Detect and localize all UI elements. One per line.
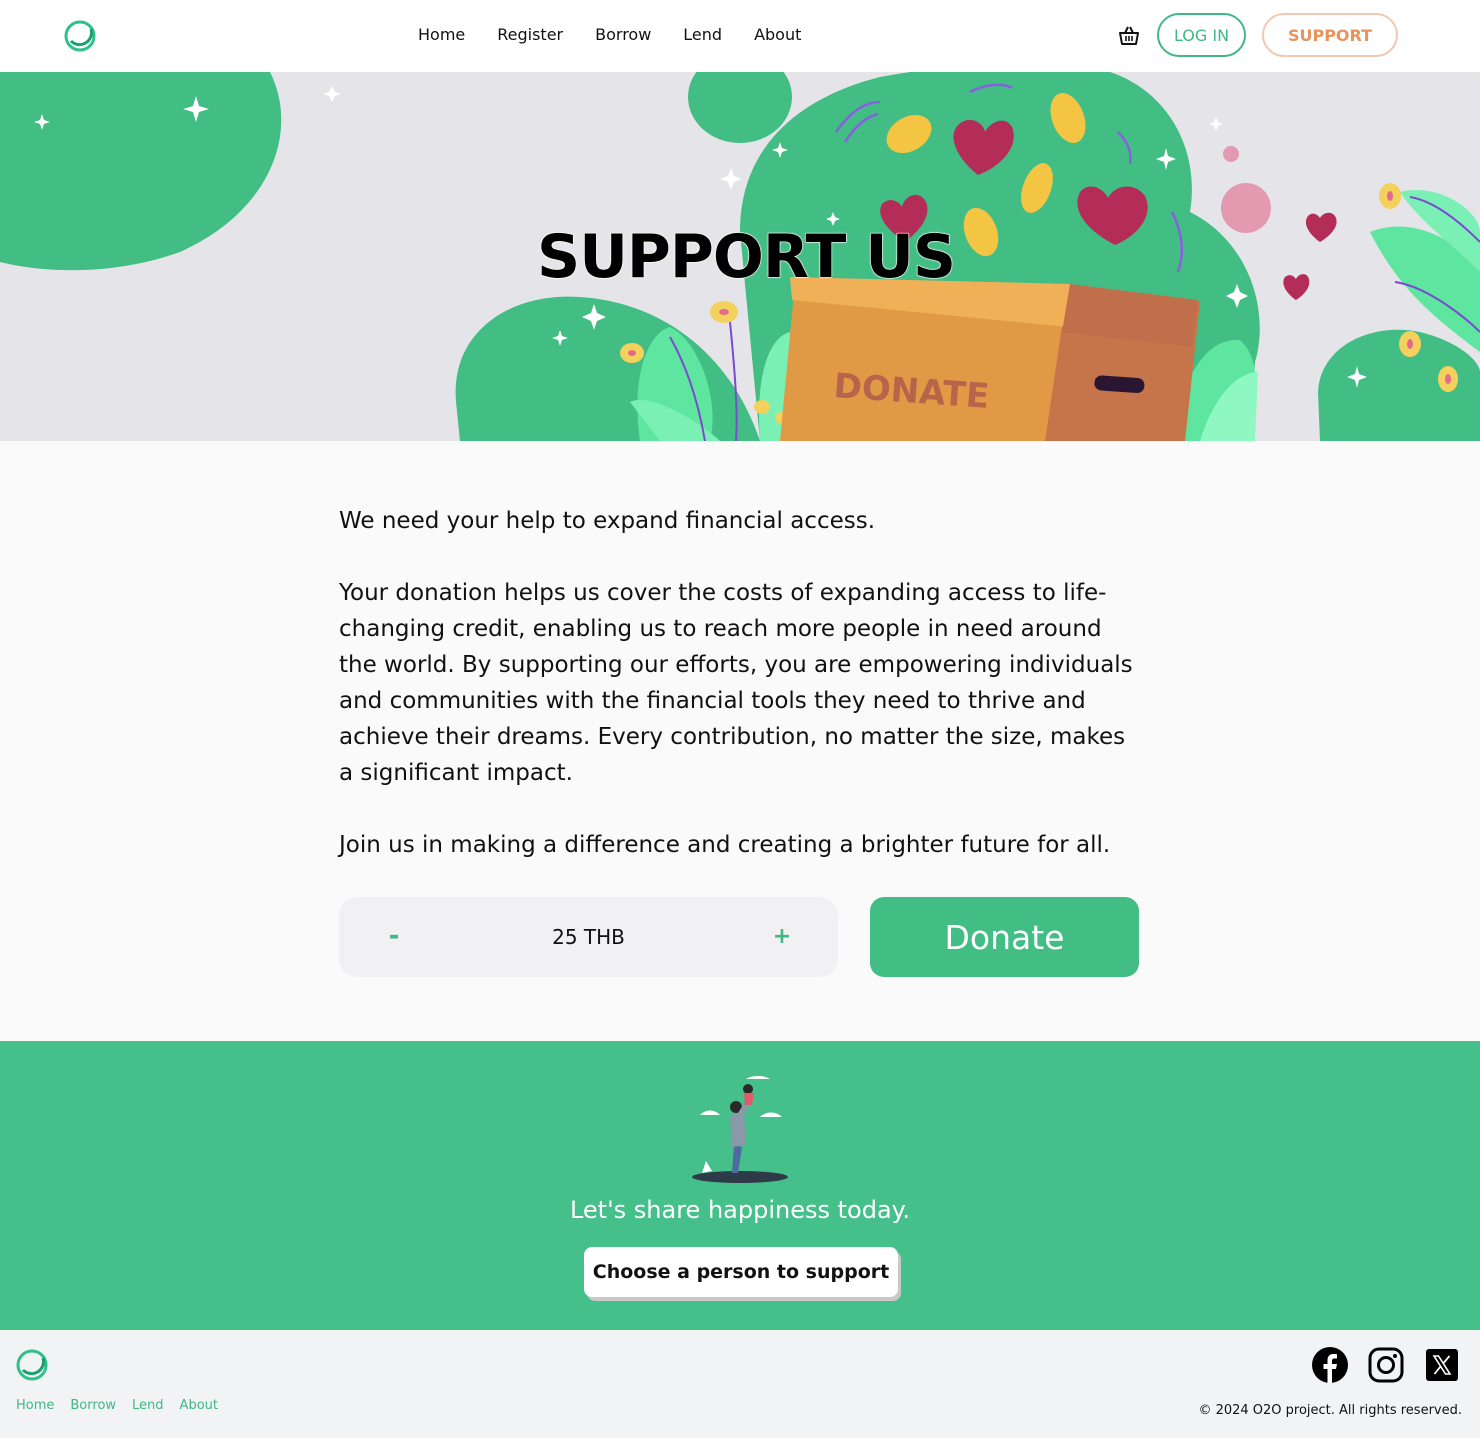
nav-register[interactable]: Register bbox=[497, 22, 563, 48]
closing-paragraph: Join us in making a difference and creat… bbox=[339, 832, 1111, 858]
nav-home[interactable]: Home bbox=[418, 22, 465, 48]
donation-text: We need your help to expand financial ac… bbox=[339, 503, 1139, 899]
footer-link-about[interactable]: About bbox=[180, 1398, 218, 1413]
choose-person-button[interactable]: Choose a person to support bbox=[584, 1247, 898, 1297]
nav-lend[interactable]: Lend bbox=[683, 22, 722, 48]
main-nav: Home Register Borrow Lend About bbox=[418, 22, 833, 48]
footer-link-home[interactable]: Home bbox=[16, 1398, 54, 1413]
donation-section: We need your help to expand financial ac… bbox=[0, 441, 1480, 1041]
facebook-icon[interactable] bbox=[1312, 1347, 1348, 1383]
decrease-button[interactable]: - bbox=[379, 921, 409, 951]
amount-stepper: 25 THB - + bbox=[339, 897, 838, 977]
page-title: SUPPORT US bbox=[536, 222, 956, 293]
amount-value[interactable]: 25 THB bbox=[339, 897, 838, 977]
support-button[interactable]: SUPPORT bbox=[1262, 13, 1398, 57]
cta-section: Let's share happiness today. Choose a pe… bbox=[0, 1041, 1480, 1330]
body-paragraph: Your donation helps us cover the costs o… bbox=[339, 580, 1133, 786]
footer-link-borrow[interactable]: Borrow bbox=[70, 1398, 116, 1413]
nav-about[interactable]: About bbox=[754, 22, 801, 48]
logo-ring-icon[interactable] bbox=[15, 1348, 49, 1382]
logo-ring-icon[interactable] bbox=[63, 19, 97, 53]
cart-icon[interactable] bbox=[1117, 24, 1141, 48]
instagram-icon[interactable] bbox=[1368, 1347, 1404, 1383]
footer-link-lend[interactable]: Lend bbox=[132, 1398, 164, 1413]
copyright-text: © 2024 O2O project. All rights reserved. bbox=[1198, 1403, 1462, 1418]
intro-paragraph: We need your help to expand financial ac… bbox=[339, 508, 876, 534]
donate-button[interactable]: Donate bbox=[870, 897, 1139, 977]
login-button[interactable]: LOG IN bbox=[1157, 13, 1246, 57]
x-icon[interactable] bbox=[1426, 1349, 1458, 1381]
footer-nav: Home Borrow Lend About bbox=[16, 1398, 234, 1413]
cta-text: Let's share happiness today. bbox=[569, 1196, 911, 1224]
site-footer: Home Borrow Lend About © 2024 O2O projec… bbox=[0, 1330, 1480, 1438]
parent-child-illustration bbox=[692, 1076, 788, 1183]
hero-banner: DONATE SUPPORT US bbox=[0, 72, 1480, 441]
increase-button[interactable]: + bbox=[767, 921, 797, 951]
nav-borrow[interactable]: Borrow bbox=[595, 22, 651, 48]
site-header: Home Register Borrow Lend About LOG IN S… bbox=[0, 0, 1480, 72]
